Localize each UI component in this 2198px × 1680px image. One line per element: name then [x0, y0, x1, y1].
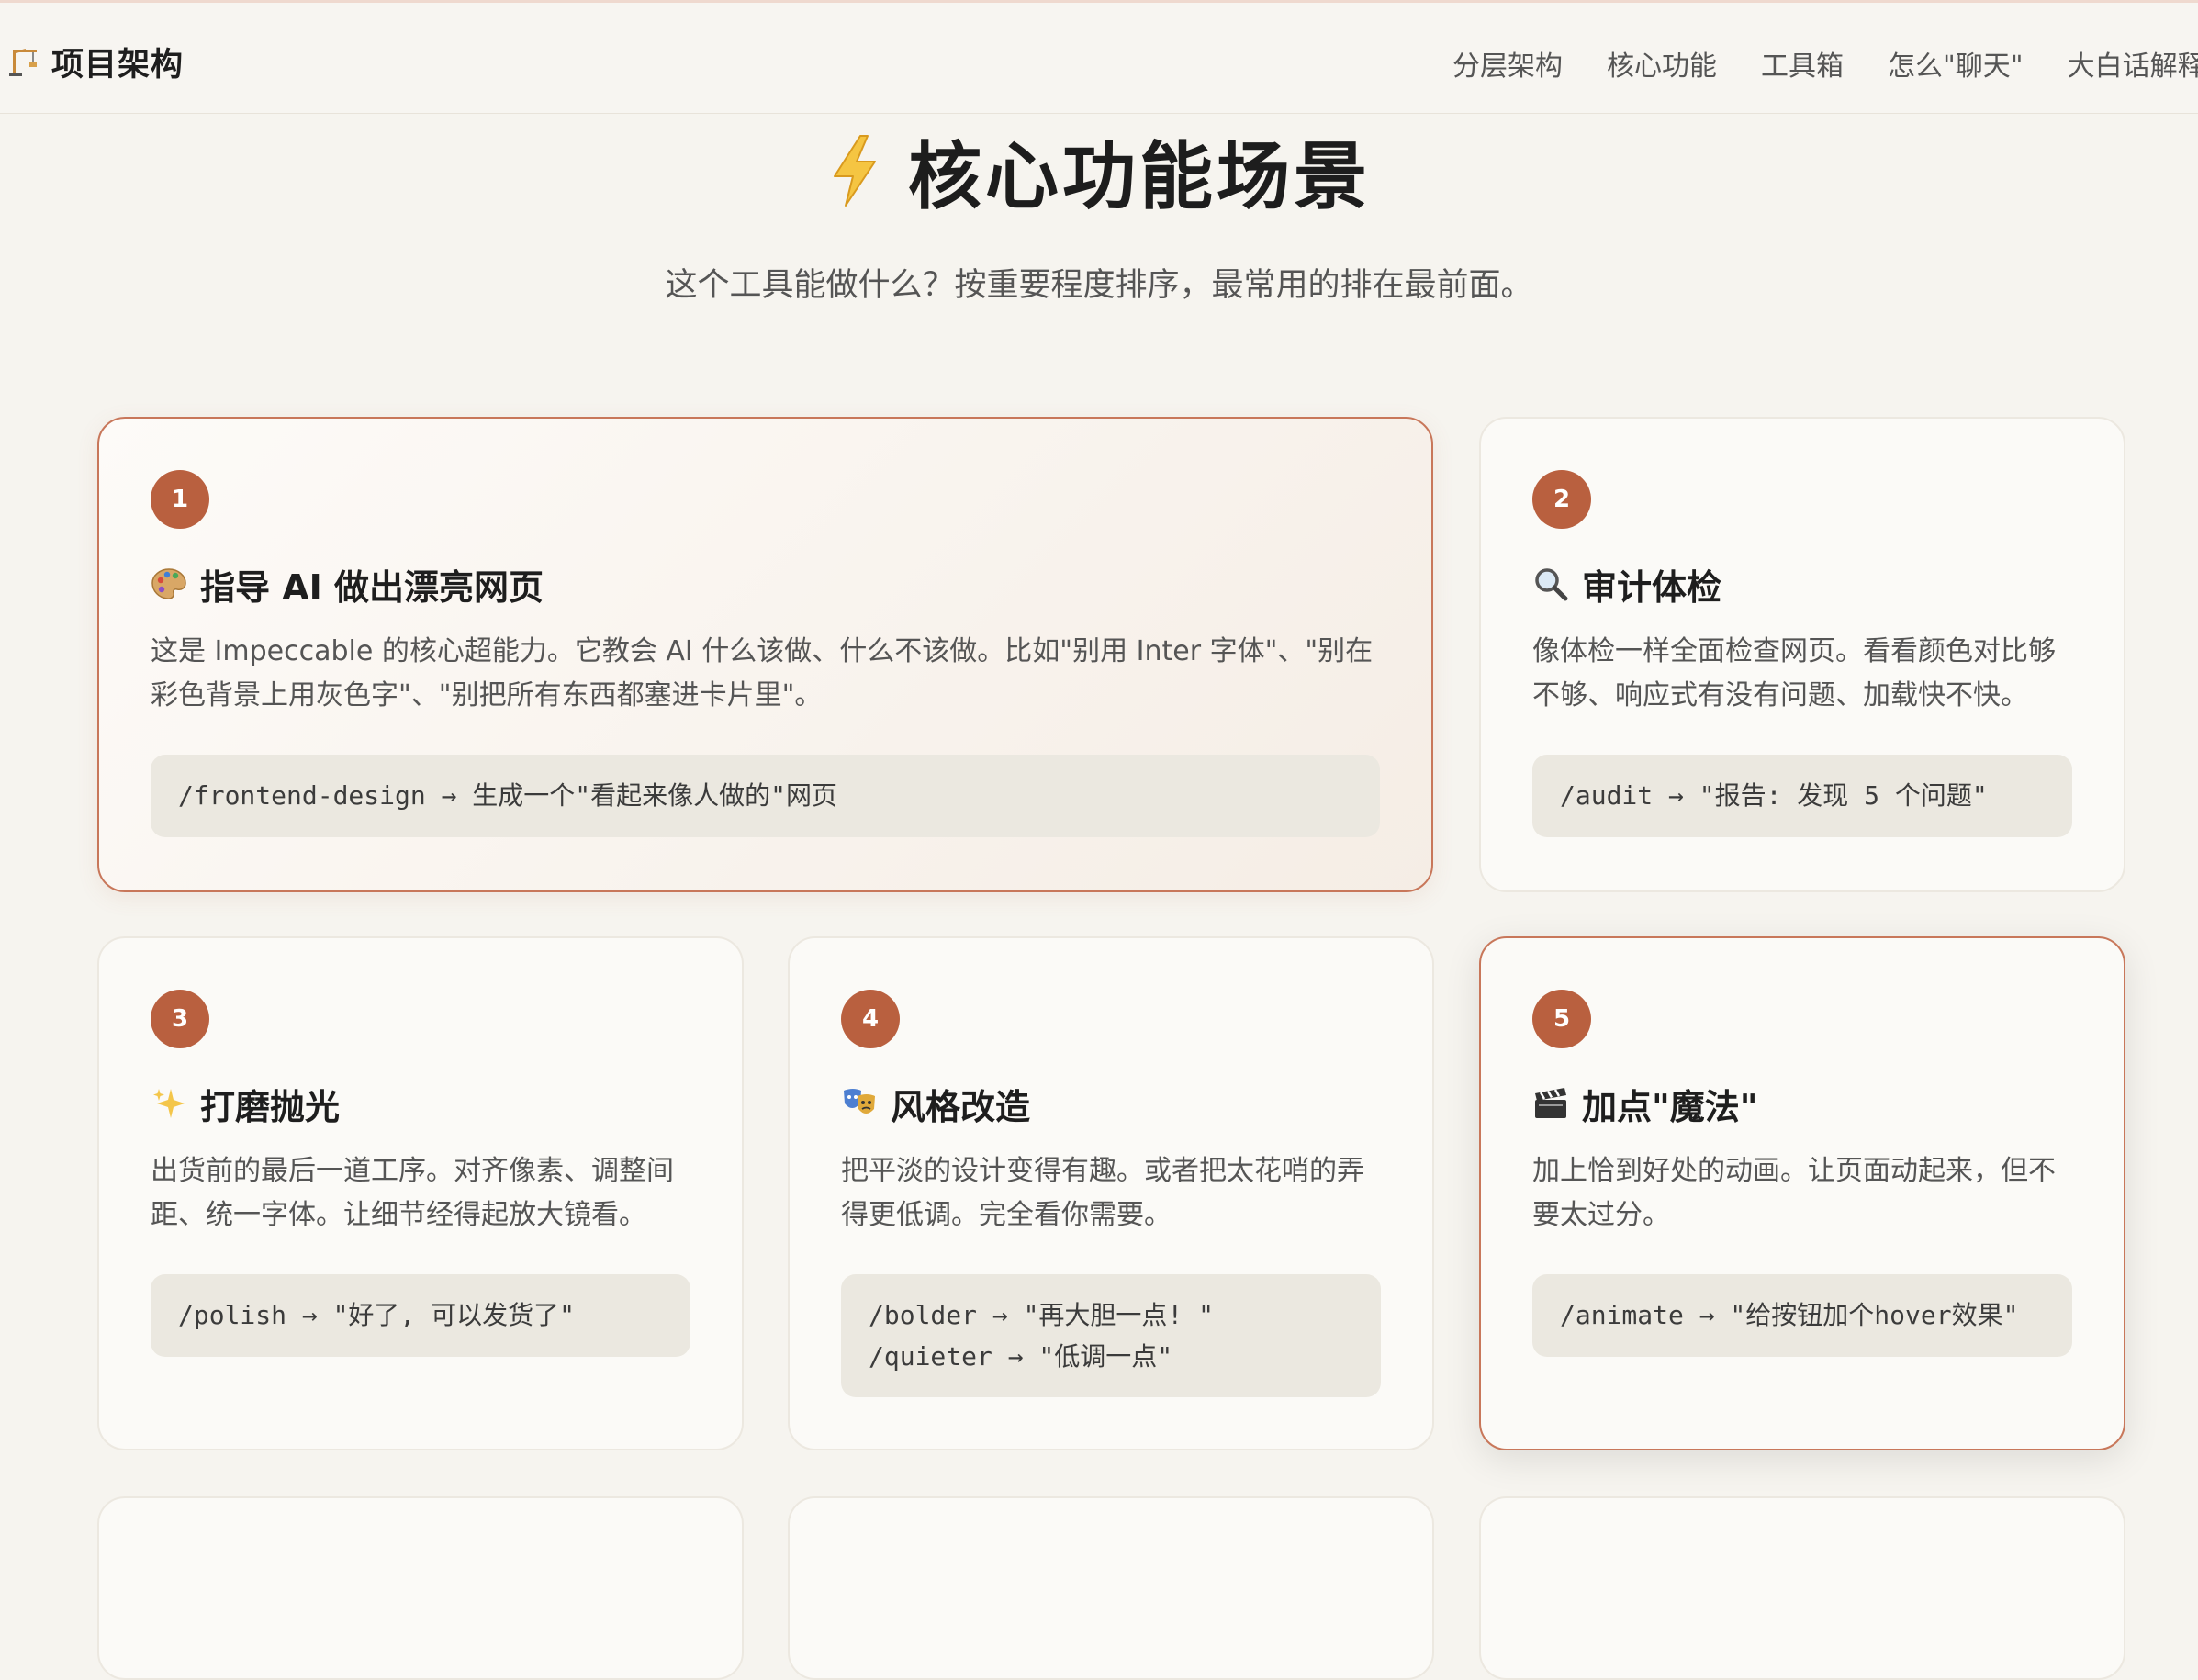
page-title: 核心功能场景	[908, 134, 1371, 219]
card-title-row: 加点"魔法"	[1532, 1076, 1758, 1131]
brand[interactable]: 项目架构	[9, 39, 184, 84]
command-line: /animate → "给按钮加个hover效果"	[1560, 1300, 2019, 1330]
construction-crane-icon	[9, 49, 37, 76]
card-title: 打磨抛光	[200, 1086, 341, 1127]
card-title: 加点"魔法"	[1582, 1086, 1758, 1127]
nav-item-how-to-chat[interactable]: 怎么"聊天"	[1888, 43, 2024, 84]
card-number-badge: 2	[1532, 470, 1591, 529]
clapperboard-icon	[1535, 1088, 1566, 1118]
card-description: 把平淡的设计变得有趣。或者把太花哨的弄得更低调。完全看你需要。	[841, 1155, 1364, 1231]
card-title-row: 打磨抛光	[151, 1076, 340, 1131]
card-number-badge: 5	[1532, 990, 1591, 1048]
feature-card-4[interactable]: 4 风格改造 把平淡的设计变得有趣。或者把太花哨的弄得更低调。完全看你需要。 /…	[788, 936, 1434, 1450]
card-number-badge: 4	[841, 990, 900, 1048]
command-example: /bolder → "再大胆一点! " /quieter → "低调一点"	[841, 1274, 1381, 1397]
lightning-bolt-icon	[834, 135, 876, 207]
command-example: /frontend-design → 生成一个"看起来像人做的"网页	[151, 755, 1380, 837]
card-title: 风格改造	[891, 1086, 1031, 1127]
card-number-badge: 1	[151, 470, 209, 529]
feature-card-6[interactable]	[97, 1496, 744, 1680]
command-line: /quieter → "低调一点"	[869, 1341, 1173, 1372]
card-description: 加上恰到好处的动画。让页面动起来，但不要太过分。	[1532, 1155, 2056, 1231]
feature-card-3[interactable]: 3 打磨抛光 出货前的最后一道工序。对齐像素、调整间距、统一字体。让细节经得起放…	[97, 936, 744, 1450]
command-line: /audit → "报告: 发现 5 个问题"	[1560, 780, 1988, 811]
section-heading: 核心功能场景	[0, 125, 2198, 219]
feature-card-5[interactable]: 5 加点"魔法" 加上恰到好处的动画。让页面动起来，但不要太过分。 /anima…	[1479, 936, 2125, 1450]
page-subtitle: 这个工具能做什么？按重要程度排序，最常用的排在最前面。	[665, 267, 1533, 304]
card-title: 审计体检	[1582, 566, 1722, 608]
brand-title: 项目架构	[51, 46, 185, 84]
card-title: 指导 AI 做出漂亮网页	[200, 566, 544, 608]
card-title-row: 审计体检	[1532, 556, 1721, 611]
nav-item-layered-architecture[interactable]: 分层架构	[1452, 43, 1563, 84]
magnifier-icon	[1535, 568, 1568, 601]
feature-card-8[interactable]	[1479, 1496, 2125, 1680]
card-description: 像体检一样全面检查网页。看看颜色对比够不够、响应式有没有问题、加载快不快。	[1532, 635, 2056, 711]
feature-card-1[interactable]: 1 指导 AI 做出漂亮网页 这是 Impeccable 的核心超能力。它教会 …	[97, 417, 1433, 892]
command-line: /frontend-design → 生成一个"看起来像人做的"网页	[178, 780, 838, 811]
feature-card-7[interactable]	[788, 1496, 1434, 1680]
top-nav-bar: 项目架构 分层架构 核心功能 工具箱 怎么"聊天" 大白话解释	[0, 3, 2198, 114]
feature-card-2[interactable]: 2 审计体检 像体检一样全面检查网页。看看颜色对比够不够、响应式有没有问题、加载…	[1479, 417, 2125, 892]
command-line: /bolder → "再大胆一点! "	[869, 1300, 1215, 1330]
theater-masks-icon	[844, 1089, 875, 1114]
nav-item-plain-explanation[interactable]: 大白话解释	[2068, 43, 2198, 84]
command-line: /polish → "好了, 可以发货了"	[178, 1300, 576, 1330]
card-description: 这是 Impeccable 的核心超能力。它教会 AI 什么该做、什么不该做。比…	[151, 635, 1374, 711]
command-example: /audit → "报告: 发现 5 个问题"	[1532, 755, 2072, 837]
palette-icon	[151, 568, 186, 599]
nav-item-core-features[interactable]: 核心功能	[1607, 43, 1717, 84]
card-number-badge: 3	[151, 990, 209, 1048]
nav-item-toolbox[interactable]: 工具箱	[1761, 43, 1844, 84]
main-nav: 分层架构 核心功能 工具箱 怎么"聊天" 大白话解释	[1452, 43, 2198, 84]
sparkles-icon	[153, 1089, 185, 1118]
card-description: 出货前的最后一道工序。对齐像素、调整间距、统一字体。让细节经得起放大镜看。	[151, 1155, 674, 1231]
command-example: /animate → "给按钮加个hover效果"	[1532, 1274, 2072, 1357]
command-example: /polish → "好了, 可以发货了"	[151, 1274, 690, 1357]
card-title-row: 风格改造	[841, 1076, 1030, 1131]
card-title-row: 指导 AI 做出漂亮网页	[151, 556, 544, 611]
